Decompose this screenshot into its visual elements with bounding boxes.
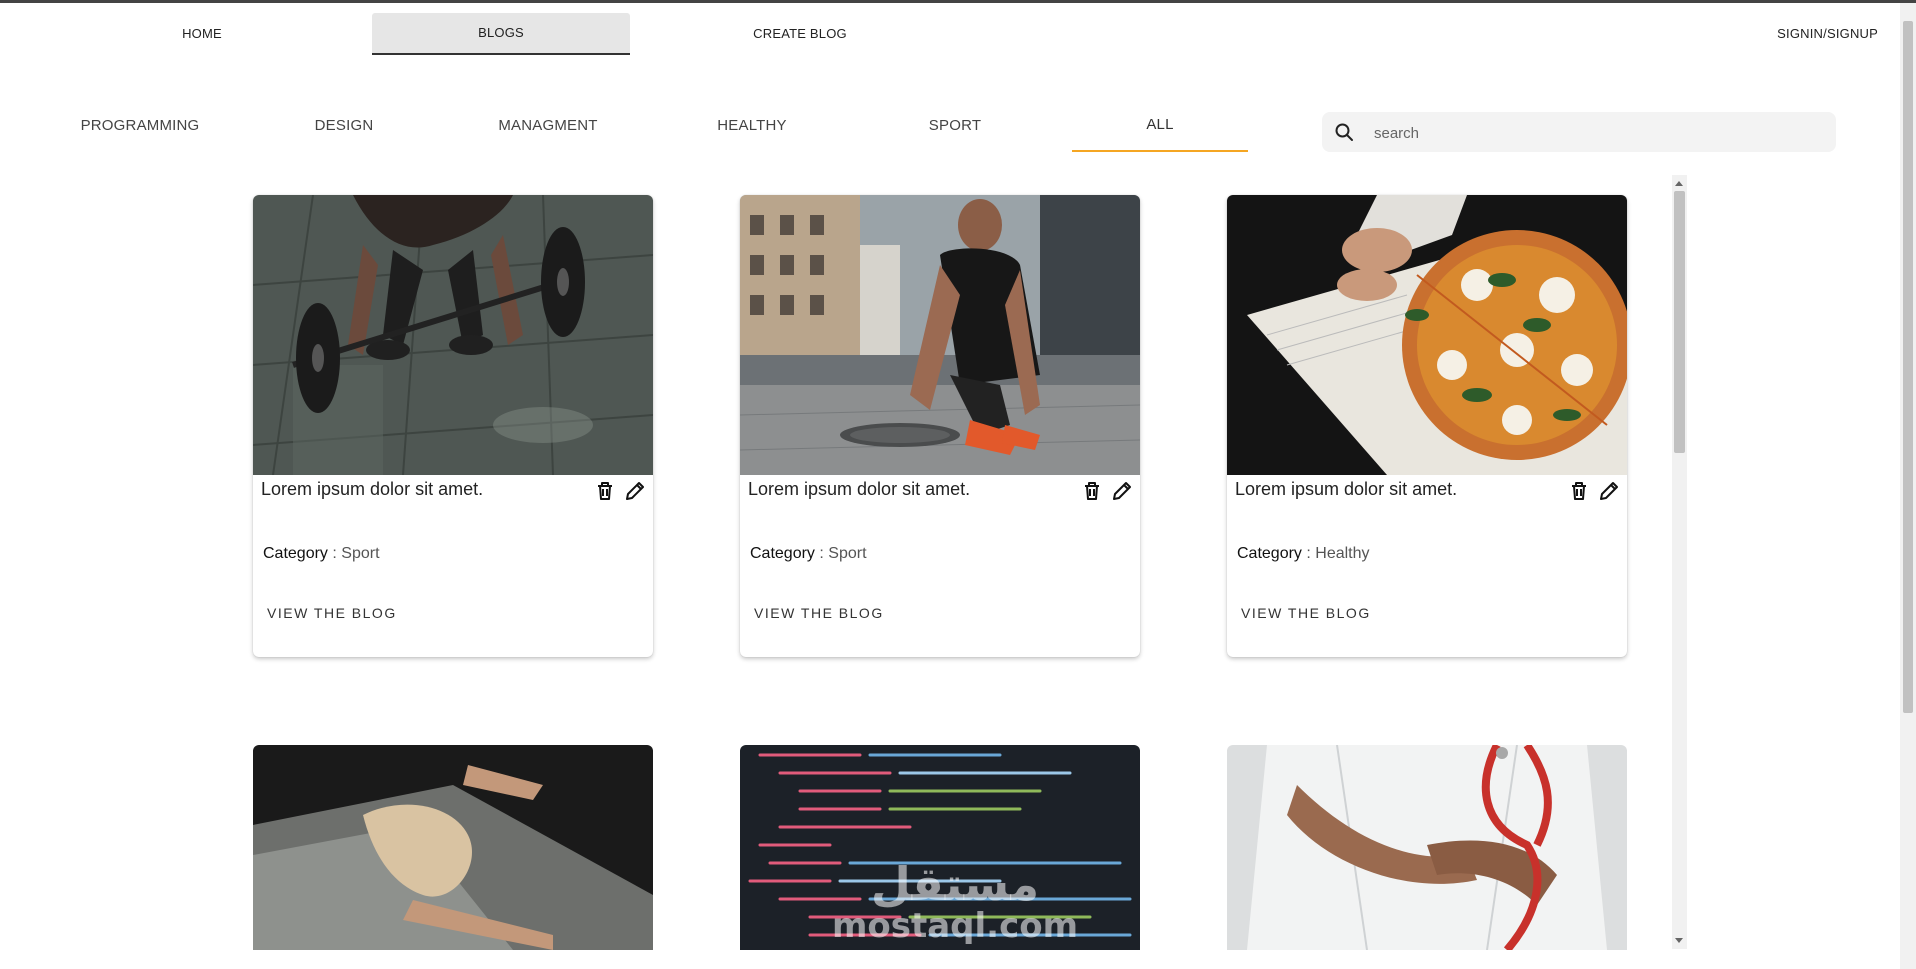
card-title: Lorem ipsum dolor sit amet.: [1235, 479, 1458, 499]
watermark: مستقل mostaql.com: [831, 857, 1079, 946]
tab-sport[interactable]: SPORT: [888, 106, 1022, 146]
card-image-runner: [740, 195, 1140, 475]
window-scrollbar-thumb[interactable]: [1903, 21, 1913, 713]
card-category: Category : Healthy: [1237, 545, 1370, 562]
nav-create-blog[interactable]: CREATE BLOG: [700, 13, 900, 55]
card-image-hands-dough: [253, 745, 653, 950]
scroll-down-arrow-icon[interactable]: [1675, 938, 1683, 943]
search-icon: [1335, 123, 1353, 141]
blog-card: [1227, 745, 1627, 950]
card-category: Category : Sport: [263, 545, 380, 562]
blog-card: Lorem ipsum dolor sit amet. Category : S…: [740, 195, 1140, 657]
view-blog-button[interactable]: VIEW THE BLOG: [754, 597, 884, 629]
scrollbar-thumb[interactable]: [1674, 191, 1685, 453]
card-title: Lorem ipsum dolor sit amet.: [261, 479, 484, 499]
card-image-pizza: [1227, 195, 1627, 475]
search-box[interactable]: [1322, 112, 1836, 152]
blog-card: [253, 745, 653, 950]
card-title: Lorem ipsum dolor sit amet.: [748, 479, 971, 499]
tab-programming[interactable]: PROGRAMMING: [60, 106, 220, 146]
pencil-icon[interactable]: [1597, 479, 1621, 503]
tab-healthy[interactable]: HEALTHY: [682, 106, 822, 146]
content-scrollbar[interactable]: [1672, 175, 1687, 949]
blog-card: Lorem ipsum dolor sit amet. Category : S…: [253, 195, 653, 657]
pencil-icon[interactable]: [623, 479, 647, 503]
trash-icon[interactable]: [593, 479, 617, 503]
view-blog-button[interactable]: VIEW THE BLOG: [267, 597, 397, 629]
blog-card: Lorem ipsum dolor sit amet. Category : H…: [1227, 195, 1627, 657]
pencil-icon[interactable]: [1110, 479, 1134, 503]
tab-design[interactable]: DESIGN: [283, 106, 405, 146]
view-blog-button[interactable]: VIEW THE BLOG: [1241, 597, 1371, 629]
tab-all[interactable]: ALL: [1072, 106, 1248, 152]
card-image-weightlifting: [253, 195, 653, 475]
tab-managment[interactable]: MANAGMENT: [470, 106, 626, 146]
trash-icon[interactable]: [1567, 479, 1591, 503]
nav-home[interactable]: HOME: [152, 13, 252, 55]
nav-signin-signup[interactable]: SIGNIN/SIGNUP: [1708, 13, 1878, 55]
card-image-doctor: [1227, 745, 1627, 950]
search-input[interactable]: [1372, 118, 1816, 148]
nav-blogs[interactable]: BLOGS: [372, 13, 630, 55]
window-top-border: [0, 0, 1916, 3]
window-scrollbar[interactable]: [1900, 3, 1916, 969]
trash-icon[interactable]: [1080, 479, 1104, 503]
card-category: Category : Sport: [750, 545, 867, 562]
scroll-up-arrow-icon[interactable]: [1675, 181, 1683, 186]
